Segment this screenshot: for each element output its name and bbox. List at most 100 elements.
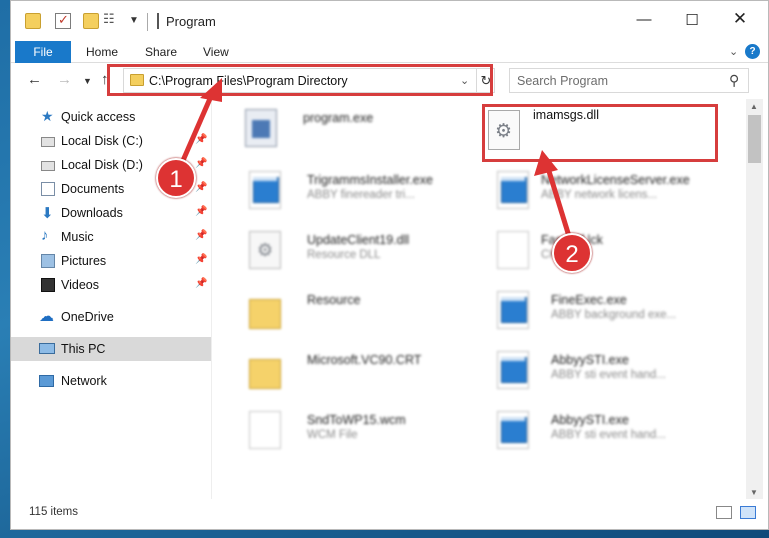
help-icon[interactable]: ? — [745, 44, 760, 59]
sidebar-item-this-pc[interactable]: This PC — [11, 337, 211, 361]
tab-view[interactable]: View — [203, 41, 229, 63]
document-icon — [249, 411, 281, 449]
list-item[interactable]: NetworkLicenseServer.exe ABBY network li… — [483, 161, 723, 216]
folder-icon — [249, 299, 281, 329]
executable-icon — [497, 171, 529, 209]
list-item[interactable]: Resource — [235, 281, 475, 336]
file-type: WCM File — [307, 429, 358, 441]
pin-icon[interactable]: 📌 — [195, 254, 207, 265]
pin-icon[interactable]: 📌 — [195, 158, 207, 169]
large-icons-view-icon[interactable] — [740, 506, 756, 519]
list-item[interactable]: AbbyySTI.exe ABBY sti event hand... — [483, 341, 723, 396]
sidebar-item-network[interactable]: Network — [11, 369, 211, 393]
close-button[interactable]: ✕ — [725, 9, 755, 31]
file-type: Resource DLL — [307, 249, 381, 261]
file-name: UpdateClient19.dll — [307, 233, 410, 247]
documents-icon — [41, 182, 55, 196]
sidebar-item-label: Videos — [61, 278, 99, 292]
sidebar-item-label: Pictures — [61, 254, 107, 268]
tab-share[interactable]: Share — [145, 41, 177, 63]
properties-icon[interactable] — [55, 12, 71, 29]
file-name: NetworkLicenseServer.exe — [541, 173, 690, 187]
sidebar-item-label: Music — [61, 230, 94, 244]
details-view-icon[interactable] — [716, 506, 732, 519]
step-2-badge: 2 — [552, 233, 592, 273]
search-input[interactable] — [510, 69, 720, 92]
pin-icon[interactable]: 📌 — [195, 278, 207, 289]
computer-icon — [39, 343, 55, 354]
minimize-button[interactable]: — — [629, 11, 659, 33]
pane-splitter[interactable] — [211, 99, 212, 499]
address-bar-highlight — [107, 64, 493, 96]
expand-ribbon-icon[interactable]: ⌄ — [729, 45, 738, 58]
forward-arrow-icon[interactable]: → — [57, 71, 72, 88]
pin-icon[interactable]: 📌 — [195, 230, 207, 241]
window-title: Program — [166, 14, 216, 29]
file-type: ABBY sti event hand... — [551, 429, 666, 441]
sidebar-item-music[interactable]: ♪ Music 📌 — [11, 225, 211, 249]
list-item[interactable]: Microsoft.VC90.CRT — [235, 341, 475, 396]
folder-icon — [249, 359, 281, 389]
back-arrow-icon[interactable]: ← — [27, 71, 42, 88]
list-item[interactable]: SndToWP15.wcm WCM File — [235, 401, 475, 456]
sidebar-item-label: Network — [61, 374, 107, 388]
sidebar-item-downloads[interactable]: ⬇ Downloads 📌 — [11, 201, 211, 225]
tab-home[interactable]: Home — [86, 41, 118, 63]
pin-icon[interactable]: 📌 — [195, 134, 207, 145]
file-name: AbbyySTI.exe — [551, 353, 629, 367]
executable-icon — [249, 171, 281, 209]
sidebar-item-quick-access[interactable]: ★ Quick access — [11, 105, 211, 129]
recent-locations-icon[interactable]: ▼ — [83, 76, 92, 86]
file-name: Microsoft.VC90.CRT — [307, 353, 422, 367]
list-item[interactable]: UpdateClient19.dll Resource DLL — [235, 221, 475, 276]
application-icon — [245, 109, 277, 147]
file-name: FineExec.exe — [551, 293, 627, 307]
sidebar-item-label: Quick access — [61, 110, 136, 124]
new-folder-icon[interactable] — [83, 13, 99, 29]
view-options-icon[interactable]: ☷ — [103, 11, 119, 27]
sidebar-item-label: Downloads — [61, 206, 123, 220]
file-name: Resource — [307, 293, 361, 307]
status-bar: 115 items — [11, 501, 768, 529]
ribbon-tabs: File Home Share View ⌄ ? — [11, 41, 768, 63]
tab-file[interactable]: File — [15, 41, 71, 63]
title-divider-icon — [157, 13, 159, 29]
pin-icon[interactable]: 📌 — [195, 206, 207, 217]
star-icon: ★ — [41, 108, 54, 124]
search-box[interactable]: ⚲ — [509, 68, 749, 93]
list-item[interactable]: AbbyySTI.exe ABBY sti event hand... — [483, 401, 723, 456]
scrollbar-thumb[interactable] — [748, 115, 761, 163]
sidebar-item-label: OneDrive — [61, 310, 114, 324]
search-icon[interactable]: ⚲ — [729, 72, 739, 89]
file-type: ABBY background exe... — [551, 309, 677, 321]
sidebar-item-videos[interactable]: Videos 📌 — [11, 273, 211, 297]
file-name: AbbyySTI.exe — [551, 413, 629, 427]
executable-icon — [497, 411, 529, 449]
file-type: ABBY network licens... — [541, 189, 658, 201]
sidebar-item-label: Local Disk (C:) — [61, 134, 143, 148]
file-type: ABBY sti event hand... — [551, 369, 666, 381]
sidebar-item-local-disk-c[interactable]: Local Disk (C:) 📌 — [11, 129, 211, 153]
scroll-down-icon[interactable]: ▼ — [750, 488, 758, 497]
sidebar-item-label: Documents — [61, 182, 125, 196]
list-item[interactable]: FineExec.exe ABBY background exe... — [483, 281, 723, 336]
drive-icon — [41, 137, 55, 147]
scroll-up-icon[interactable]: ▲ — [750, 102, 758, 111]
sidebar-item-onedrive[interactable]: ☁ OneDrive — [11, 305, 211, 329]
vertical-scrollbar[interactable]: ▲ ▼ — [746, 99, 763, 499]
videos-icon — [41, 278, 55, 292]
list-item[interactable]: TrigrammsInstaller.exe ABBY finereader t… — [235, 161, 475, 216]
list-item[interactable]: program.exe — [231, 99, 471, 154]
pin-icon[interactable]: 📌 — [195, 182, 207, 193]
file-highlight — [482, 104, 718, 162]
cloud-icon: ☁ — [39, 308, 54, 325]
sidebar-item-pictures[interactable]: Pictures 📌 — [11, 249, 211, 273]
maximize-button[interactable]: ☐ — [677, 11, 707, 33]
file-name: TrigrammsInstaller.exe — [307, 173, 433, 187]
customize-toolbar-icon[interactable]: ▼ — [129, 15, 145, 31]
title-separator — [147, 13, 148, 31]
dll-file-icon — [249, 231, 281, 269]
executable-icon — [497, 351, 529, 389]
document-icon — [497, 231, 529, 269]
list-item[interactable]: FastPdf.lck CK File — [483, 221, 723, 276]
